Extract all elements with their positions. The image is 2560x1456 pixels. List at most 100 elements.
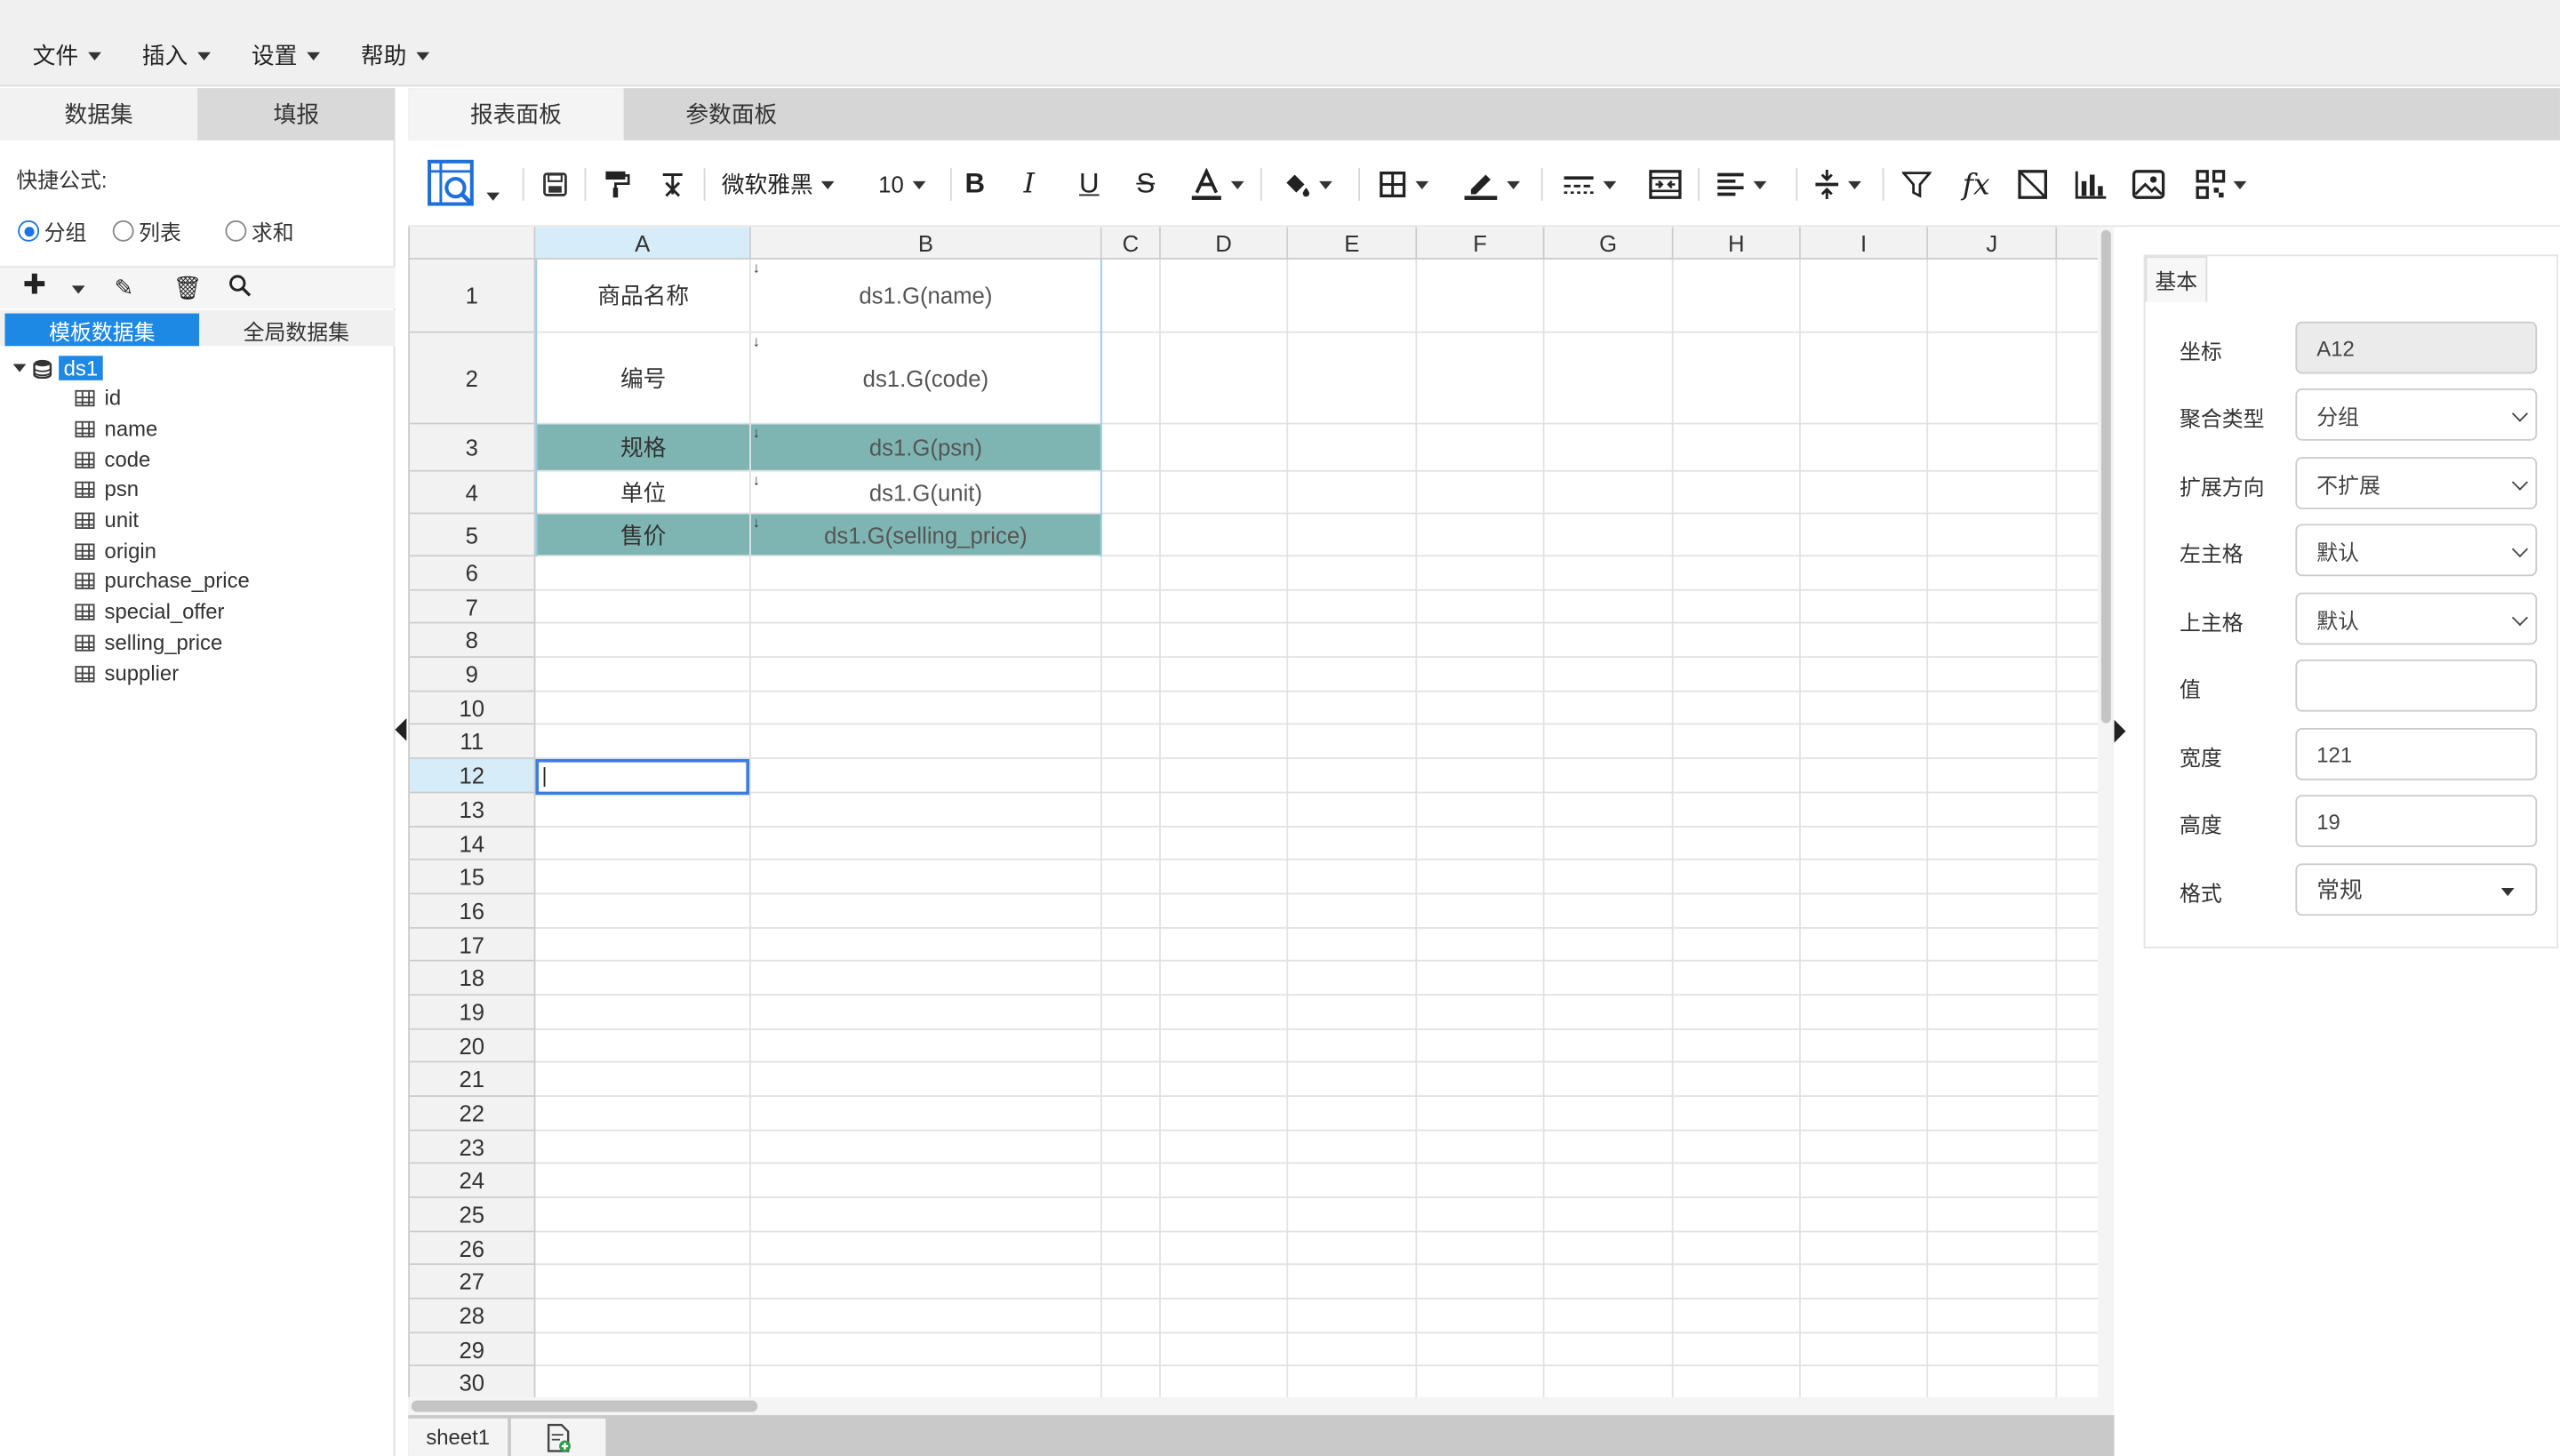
top-parent-select[interactable]: 默认 (2295, 592, 2538, 645)
cell-b2[interactable]: ds1.G(code) (751, 333, 1100, 423)
tree-field[interactable]: supplier (75, 661, 179, 685)
tab-param-panel[interactable]: 参数面板 (624, 88, 839, 140)
row-header[interactable]: 4 (410, 471, 536, 515)
border-button[interactable] (1378, 142, 1429, 227)
column-header-h[interactable]: H (1673, 227, 1801, 260)
tab-basic[interactable]: 基本 (2145, 256, 2208, 302)
font-size-select[interactable]: 10 (878, 142, 925, 227)
row-header[interactable]: 22 (410, 1096, 536, 1132)
radio-group-option[interactable]: 分组 (18, 215, 86, 246)
tab-report-panel[interactable]: 报表面板 (408, 88, 624, 140)
border-color-button[interactable] (1463, 142, 1520, 227)
merge-cells-button[interactable] (1649, 142, 1682, 227)
row-header[interactable]: 18 (410, 961, 536, 996)
insert-image-button[interactable] (2132, 142, 2165, 227)
row-header[interactable]: 9 (410, 658, 536, 692)
vertical-scrollbar[interactable] (2098, 227, 2115, 1397)
cell-b3[interactable]: ds1.G(psn) (750, 424, 1100, 470)
clear-format-button[interactable] (660, 142, 685, 227)
row-header[interactable]: 16 (410, 894, 536, 929)
row-header[interactable]: 24 (410, 1164, 536, 1198)
column-header-d[interactable]: D (1160, 227, 1289, 260)
diagonal-border-button[interactable] (2018, 142, 2048, 227)
cell-a1[interactable]: 商品名称 (537, 260, 749, 332)
row-header[interactable]: 7 (410, 590, 536, 624)
row-header[interactable]: 6 (410, 556, 536, 591)
column-header-g[interactable]: G (1544, 227, 1674, 260)
column-header-a[interactable]: A (535, 227, 751, 260)
tree-field[interactable]: name (75, 416, 157, 441)
tree-field[interactable]: psn (75, 476, 139, 501)
tree-field[interactable]: purchase_price (75, 568, 250, 593)
row-header[interactable]: 28 (410, 1299, 536, 1334)
row-header-selected[interactable]: 12 (410, 758, 536, 794)
cell-a5[interactable]: 售价 (537, 514, 750, 556)
preview-button[interactable] (426, 142, 500, 227)
radio-checked-icon[interactable] (18, 220, 40, 242)
tree-field[interactable]: special_offer (75, 599, 225, 623)
filter-button[interactable] (1901, 142, 1932, 227)
radio-sum-option[interactable]: 求和 (225, 215, 294, 246)
bold-button[interactable]: B (964, 142, 985, 227)
horizontal-align-button[interactable] (1716, 142, 1767, 227)
tree-field[interactable]: unit (75, 508, 139, 532)
row-header[interactable]: 17 (410, 928, 536, 962)
underline-button[interactable]: U (1079, 142, 1100, 227)
cell-a2[interactable]: 编号 (537, 333, 749, 423)
row-header[interactable]: 14 (410, 828, 536, 860)
format-select[interactable]: 常规 (2295, 863, 2538, 916)
cell-b4[interactable]: ds1.G(unit) (751, 472, 1100, 513)
collapse-right-arrow-icon[interactable] (2114, 719, 2126, 743)
font-family-select[interactable]: 微软雅黑 (722, 142, 835, 227)
menu-help[interactable]: 帮助 (361, 39, 430, 72)
tree-field[interactable]: origin (75, 539, 156, 564)
tab-dataset[interactable]: 数据集 (0, 88, 198, 140)
qrcode-button[interactable] (2196, 142, 2247, 227)
cell-a4[interactable]: 单位 (537, 472, 749, 513)
cell-a3[interactable]: 规格 (537, 424, 750, 470)
row-header[interactable]: 29 (410, 1333, 536, 1366)
row-header[interactable]: 20 (410, 1029, 536, 1063)
vertical-align-button[interactable] (1814, 142, 1861, 227)
row-header[interactable]: 2 (410, 332, 536, 425)
horizontal-scroll-thumb[interactable] (411, 1400, 758, 1412)
horizontal-scrollbar[interactable] (408, 1396, 2115, 1416)
corner-header[interactable] (410, 227, 536, 260)
row-header[interactable]: 27 (410, 1265, 536, 1300)
row-header[interactable]: 19 (410, 996, 536, 1030)
column-header-f[interactable]: F (1417, 227, 1545, 260)
menu-file[interactable]: 文件 (33, 39, 101, 72)
format-painter-button[interactable] (604, 142, 630, 227)
row-header[interactable]: 3 (410, 424, 536, 472)
column-header-k[interactable] (2057, 227, 2099, 260)
tab-template-dataset[interactable]: 模板数据集 (4, 313, 200, 347)
border-style-button[interactable] (1563, 142, 1617, 227)
collapse-left-arrow-icon[interactable] (395, 717, 407, 741)
column-header-e[interactable]: E (1288, 227, 1418, 260)
fill-color-button[interactable] (1282, 142, 1332, 227)
tab-global-dataset[interactable]: 全局数据集 (197, 314, 395, 347)
column-header-b[interactable]: B (750, 227, 1102, 260)
save-button[interactable] (542, 142, 568, 227)
cell-b5[interactable]: ds1.G(selling_price) (750, 514, 1100, 556)
italic-button[interactable]: I (1024, 142, 1035, 227)
aggregation-type-select[interactable]: 分组 (2295, 388, 2538, 441)
caret-down-icon[interactable] (71, 285, 85, 294)
row-header[interactable]: 8 (410, 623, 536, 659)
sheet-tab-sheet1[interactable]: sheet1 (408, 1418, 508, 1456)
column-header-c[interactable]: C (1101, 227, 1161, 260)
row-header[interactable]: 5 (410, 514, 536, 557)
vertical-scroll-thumb[interactable] (2100, 229, 2111, 724)
spreadsheet-grid[interactable]: A B C D E F G H I J 1 2 3 4 5 6 7 8 9 10… (408, 227, 2099, 1397)
left-parent-select[interactable]: 默认 (2295, 524, 2538, 577)
menu-settings[interactable]: 设置 (252, 39, 320, 72)
tree-field[interactable]: selling_price (75, 630, 222, 654)
width-input[interactable]: 121 (2295, 727, 2538, 780)
column-header-i[interactable]: I (1800, 227, 1929, 260)
row-header[interactable]: 10 (410, 692, 536, 725)
search-icon[interactable] (228, 274, 252, 301)
row-header[interactable]: 11 (410, 724, 536, 759)
tree-node-ds1[interactable]: ds1 (12, 356, 103, 380)
insert-chart-button[interactable] (2075, 142, 2108, 227)
row-header[interactable]: 15 (410, 860, 536, 895)
